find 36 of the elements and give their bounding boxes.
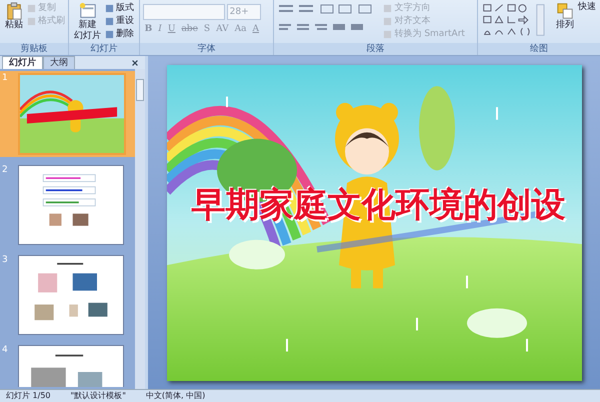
close-icon[interactable] (131, 58, 139, 66)
status-text: 幻灯片 1/50 (6, 390, 51, 402)
group-label: 字体 (140, 43, 274, 55)
ribbon-large-button[interactable]: 粘贴 (3, 2, 25, 43)
new-slide-icon (78, 2, 96, 20)
ribbon-small-button[interactable]: 版式 (105, 2, 134, 14)
format-button[interactable]: I (156, 24, 164, 34)
panel-tab[interactable]: 幻灯片 (2, 56, 43, 69)
font-name-field[interactable] (142, 4, 225, 20)
format-button[interactable]: S (202, 24, 212, 34)
group-label: 段落 (274, 43, 477, 55)
slide-number: 1 (2, 73, 9, 85)
ribbon-large-button[interactable]: 快速 (576, 2, 597, 43)
format-button[interactable]: U (166, 24, 178, 34)
group-label: 绘图 (478, 43, 600, 55)
status-text: "默认设计模板" (70, 390, 126, 402)
group-label: 幻灯片 (69, 43, 139, 55)
format-button[interactable]: AV (214, 24, 231, 34)
status-text: 中文(简体, 中国) (146, 390, 206, 402)
clipboard-icon (5, 2, 23, 20)
ribbon-small-button[interactable]: 重设 (105, 15, 134, 27)
format-button[interactable]: A (250, 24, 261, 34)
group-label: 剪贴板 (0, 43, 68, 55)
ribbon-large-button[interactable]: 新建 幻灯片 (72, 2, 103, 43)
format-button[interactable]: B (142, 24, 154, 34)
slide-number: 3 (2, 255, 9, 267)
font-size-field[interactable]: 28+ (226, 4, 261, 20)
arrange-icon (556, 2, 574, 20)
panel-tab[interactable]: 大纲 (43, 56, 75, 69)
slide-number: 2 (2, 165, 9, 177)
ribbon-small-button[interactable]: 删除 (105, 28, 134, 40)
format-button[interactable]: abe (179, 24, 200, 34)
ribbon-large-button[interactable]: 排列 (554, 2, 575, 43)
format-button[interactable]: Aa (232, 24, 248, 34)
slide-number: 4 (2, 345, 9, 357)
scrollbar[interactable] (135, 69, 145, 389)
